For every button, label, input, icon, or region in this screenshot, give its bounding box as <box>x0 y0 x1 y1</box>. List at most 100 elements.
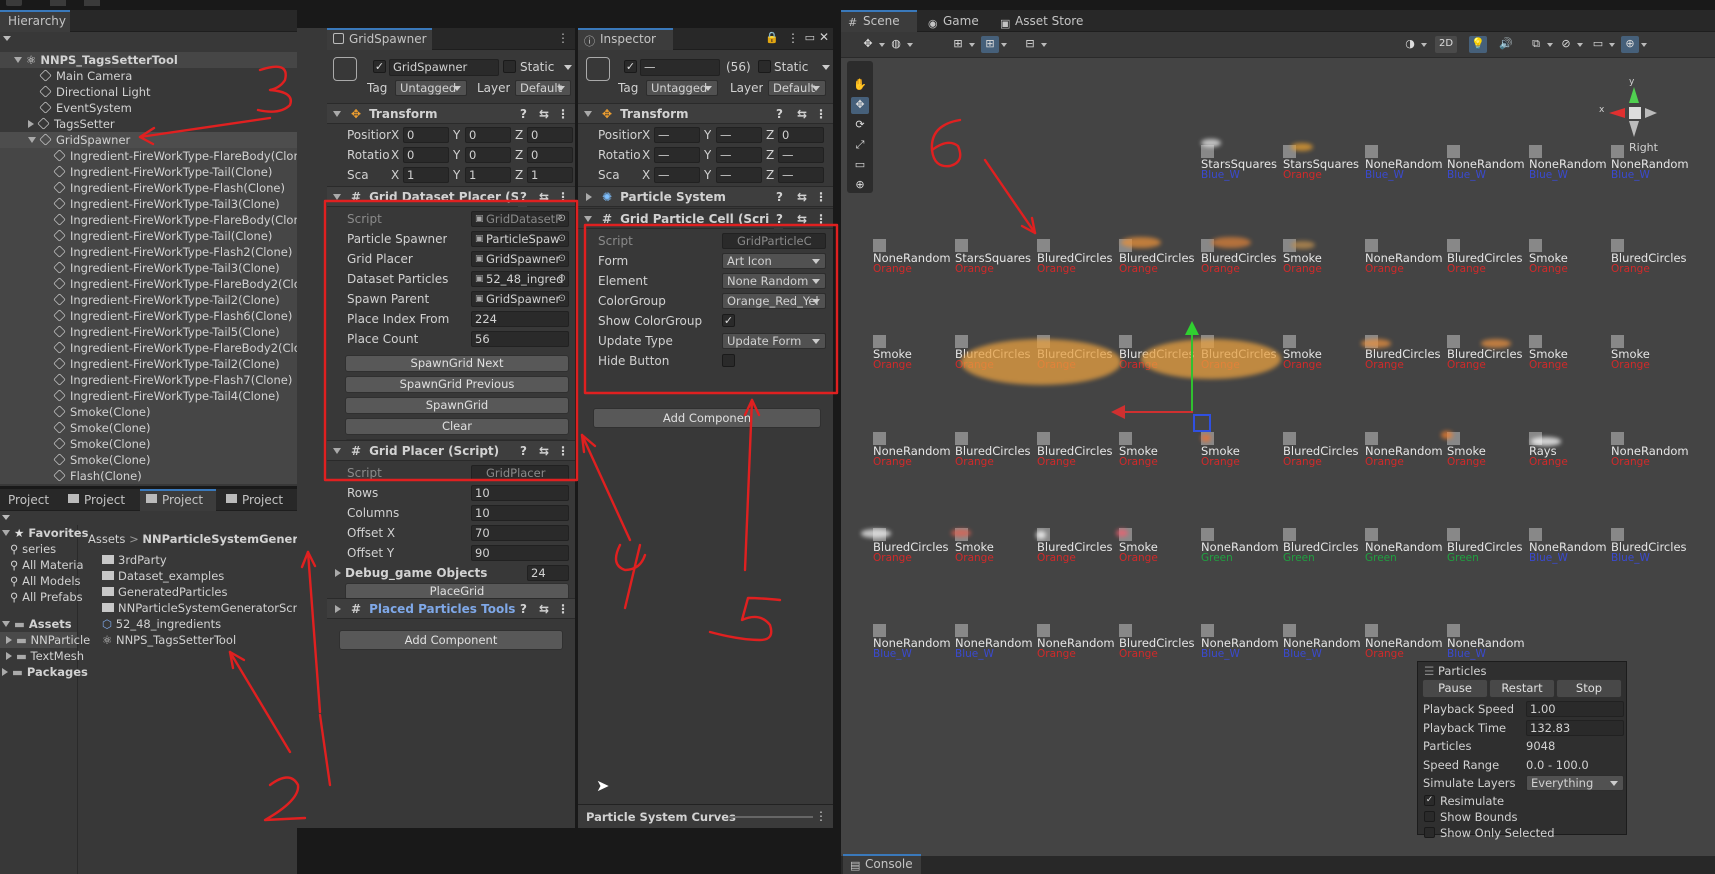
transform-header[interactable]: ✥ Transform ? ⇆ ⋮ <box>327 103 575 124</box>
scale-tool-icon[interactable]: ⤢ <box>851 137 869 154</box>
assets-folder[interactable]: ▬ Assets <box>0 616 77 632</box>
shading-mode-icon[interactable]: ◑ <box>1401 36 1419 53</box>
name-field[interactable]: GridSpawner <box>389 59 499 76</box>
element-dropdown[interactable]: None Random <box>722 273 826 289</box>
hierarchy-child[interactable]: Smoke(Clone) <box>0 452 297 468</box>
object-picker-icon[interactable]: ⊙ <box>558 212 566 226</box>
help-icon[interactable]: ? <box>520 599 527 619</box>
preset-icon[interactable]: ⇆ <box>539 441 549 461</box>
transform-scale-field[interactable]: 1 <box>527 167 573 183</box>
dropdown-arrow-icon[interactable] <box>879 43 885 47</box>
hierarchy-item[interactable]: Directional Light <box>0 84 297 100</box>
hierarchy-child[interactable]: Ingredient-FireWorkType-Flash(Clone) <box>0 180 297 196</box>
dropdown-arrow-icon[interactable] <box>1609 43 1615 47</box>
hierarchy-child[interactable]: Ingredient-FireWorkType-Flash6(Clone) <box>0 308 297 324</box>
add-component-button[interactable]: Add Component <box>339 630 563 650</box>
create-dropdown-icon[interactable] <box>3 36 11 41</box>
tab-scene[interactable]: # Scene <box>841 10 917 32</box>
dropdown-arrow-icon[interactable] <box>1041 43 1047 47</box>
gizmos-icon[interactable]: ⊕ <box>1621 36 1639 53</box>
project-file[interactable]: NNParticleSystemGeneratorScripts <box>102 600 297 616</box>
hierarchy-item[interactable]: EventSystem <box>0 100 297 116</box>
particles-only-checkbox[interactable] <box>1424 827 1435 838</box>
gdp-button-0[interactable]: SpawnGrid Next <box>345 355 569 372</box>
name-field[interactable]: — <box>640 59 720 76</box>
curves-menu-icon[interactable]: ⋮ <box>815 809 827 823</box>
hierarchy-child[interactable]: Smoke(Clone) <box>0 404 297 420</box>
project-file[interactable]: 3rdParty <box>102 552 297 568</box>
help-icon[interactable]: ? <box>520 441 527 461</box>
hierarchy-child[interactable]: Flash(Clone) <box>0 468 297 484</box>
lock-icon[interactable]: 🔒 <box>765 31 779 44</box>
tag-dropdown[interactable]: Untagged <box>395 80 467 96</box>
move-tool-icon[interactable]: ✥ <box>851 97 869 114</box>
tab-project-0[interactable]: Project <box>0 489 60 511</box>
transform-scale-field[interactable]: — <box>778 167 824 183</box>
hierarchy-child[interactable]: Ingredient-FireWorkType-FlareBody2(Clone… <box>0 340 297 356</box>
active-toggle[interactable]: ✓ <box>373 60 386 73</box>
object-picker-icon[interactable]: ⊙ <box>558 252 566 266</box>
rect-tool-icon[interactable]: ▭ <box>851 157 869 174</box>
dropdown-arrow-icon[interactable] <box>1577 43 1583 47</box>
tab-project-3[interactable]: Project <box>220 489 296 511</box>
breadcrumb-root[interactable]: Assets <box>88 532 125 546</box>
particles-restart-button[interactable]: Restart <box>1489 679 1555 698</box>
hierarchy-child[interactable]: Ingredient-FireWorkType-Flash2(Clone) <box>0 244 297 260</box>
lighting-icon[interactable]: 💡 <box>1469 36 1487 53</box>
hierarchy-child[interactable]: Ingredient-FireWorkType-Tail3(Clone) <box>0 260 297 276</box>
project-add-icon[interactable] <box>2 515 10 520</box>
particles-stop-button[interactable]: Stop <box>1556 679 1622 698</box>
hidden-objects-icon[interactable]: ⊘ <box>1557 36 1575 53</box>
hierarchy-child[interactable]: Smoke(Clone) <box>0 436 297 452</box>
offx-field[interactable]: 70 <box>471 525 569 541</box>
layer-dropdown[interactable]: Default <box>515 80 571 96</box>
transform-rotation-field[interactable]: — <box>716 147 762 163</box>
hand-tool-icon[interactable]: ✋ <box>851 77 869 94</box>
close-icon[interactable]: ✕ <box>819 30 829 44</box>
breadcrumb-current[interactable]: NNParticleSystemGenerator <box>142 532 297 546</box>
place-count-field[interactable]: 56 <box>471 331 569 347</box>
active-toggle[interactable]: ✓ <box>624 60 637 73</box>
mode-2d-icon[interactable]: 2D <box>1435 36 1457 53</box>
rows-field[interactable]: 10 <box>471 485 569 501</box>
move-tool-icon[interactable]: ✥ <box>859 36 877 53</box>
assets-child-0[interactable]: ▬ NNParticle <box>0 632 90 648</box>
offy-field[interactable]: 90 <box>471 545 569 561</box>
particles-resim-checkbox[interactable]: ✓ <box>1424 795 1435 806</box>
dataset-field[interactable]: 52_48_ingred ▣ ⊙ <box>471 271 569 287</box>
tab-gridspawner[interactable]: GridSpawner <box>327 28 432 50</box>
transform-scale-field[interactable]: 1 <box>465 167 511 183</box>
help-icon[interactable]: ? <box>776 104 783 124</box>
particles-speed-field[interactable]: 1.00 <box>1526 701 1624 717</box>
hide-checkbox[interactable] <box>722 354 735 367</box>
hierarchy-child[interactable]: Ingredient-FireWorkType-Tail5(Clone) <box>0 324 297 340</box>
preset-icon[interactable]: ⇆ <box>797 104 807 124</box>
dropdown-arrow-icon[interactable] <box>907 43 913 47</box>
hierarchy-item[interactable]: GridSpawner <box>0 132 297 148</box>
favorite-item[interactable]: ⚲ All Materia <box>0 557 84 573</box>
transform-position-field[interactable]: 0 <box>527 127 573 143</box>
tab-menu-icon[interactable]: ⋮ <box>557 31 569 45</box>
tab-asset-store[interactable]: ▣ Asset Store <box>993 10 1103 32</box>
color-dropdown[interactable]: Orange_Red_Yel <box>722 293 826 309</box>
tag-dropdown[interactable]: Untagged <box>646 80 718 96</box>
form-dropdown[interactable]: Art Icon <box>722 253 826 269</box>
transform-tool-icon[interactable]: ⊕ <box>851 177 869 194</box>
favorite-item[interactable]: ⚲ All Models <box>0 573 81 589</box>
dropdown-arrow-icon[interactable] <box>1641 43 1647 47</box>
favorites-label[interactable]: Favorites <box>28 526 88 540</box>
debug-count-field[interactable]: 24 <box>527 565 569 581</box>
component-menu-icon[interactable]: ⋮ <box>557 104 569 124</box>
transform-rotation-field[interactable]: 0 <box>465 147 511 163</box>
hierarchy-child[interactable]: Ingredient-FireWorkType-Tail3(Clone) <box>0 196 297 212</box>
spawn-parent-field[interactable]: GridSpawner ▣ ⊙ <box>471 291 569 307</box>
hierarchy-child[interactable]: Ingredient-FireWorkType-Flash7(Clone) <box>0 372 297 388</box>
static-dropdown-icon[interactable] <box>564 65 572 70</box>
component-menu-icon[interactable]: ⋮ <box>815 209 827 229</box>
transform-position-field[interactable]: 0 <box>778 127 824 143</box>
dropdown-arrow-icon[interactable] <box>969 43 975 47</box>
transform-rotation-field[interactable]: 0 <box>527 147 573 163</box>
object-picker-icon[interactable]: ⊙ <box>558 232 566 246</box>
hierarchy-child[interactable]: Ingredient-FireWorkType-FlareBody2(Clone… <box>0 276 297 292</box>
packages-folder[interactable]: ▬ Packages <box>0 664 88 680</box>
